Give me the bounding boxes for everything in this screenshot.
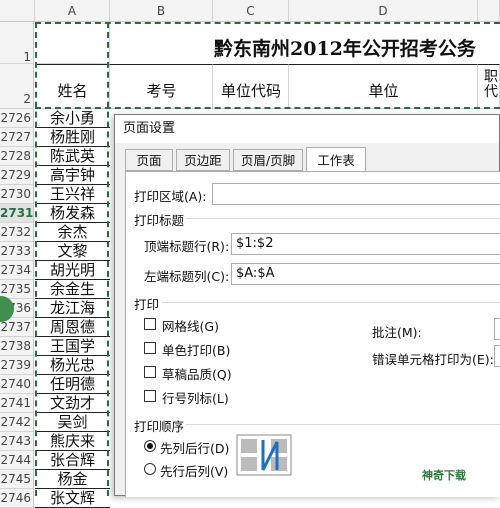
left-columns-input[interactable]: $A:$A: [231, 263, 500, 285]
comments-label: 批注(M):: [372, 325, 422, 340]
print-group-label: 打印: [134, 297, 160, 312]
row-header-2745[interactable]: 2745: [0, 470, 34, 489]
print-divider: [162, 302, 500, 303]
sheet-tab-panel: 打印区域(A): 打印标题 顶端标题行(R): $1:$2 左端标题列(C): …: [125, 171, 500, 497]
row-header-2728[interactable]: 2728: [0, 147, 34, 166]
top-rows-label: 顶端标题行(R):: [144, 239, 230, 254]
mono-label: 单色打印(B): [162, 343, 231, 358]
print-title-rows-marquee: [35, 22, 500, 109]
col-header-a[interactable]: A: [35, 0, 110, 22]
page-order-preview-icon: [236, 434, 292, 476]
page-order-divider: [186, 424, 500, 425]
tab-sheet[interactable]: 工作表: [306, 147, 366, 172]
row-header-2743[interactable]: 2743: [0, 432, 34, 451]
row-header-2738[interactable]: 2738: [0, 337, 34, 356]
row-header-2731[interactable]: 2731: [0, 204, 34, 223]
down-then-over-label: 先列后行(D): [160, 441, 230, 456]
down-then-over-radio[interactable]: [144, 440, 156, 452]
row-header-2729[interactable]: 2729: [0, 166, 34, 185]
row-header-2744[interactable]: 2744: [0, 451, 34, 470]
row-header-2746[interactable]: 2746: [0, 489, 34, 508]
row-header-1[interactable]: 1: [0, 22, 34, 64]
tab-page[interactable]: 页面: [125, 149, 173, 171]
row-header-2732[interactable]: 2732: [0, 223, 34, 242]
col-header-b[interactable]: B: [110, 0, 213, 22]
left-columns-label: 左端标题列(C):: [144, 269, 230, 284]
dialog-title: 页面设置: [115, 115, 499, 143]
row-header-2727[interactable]: 2727: [0, 128, 34, 147]
comments-select[interactable]: [494, 318, 500, 340]
print-titles-group-label: 打印标题: [134, 213, 185, 228]
draft-quality-checkbox[interactable]: [144, 366, 156, 378]
row-header-2739[interactable]: 2739: [0, 356, 34, 375]
select-all-corner[interactable]: [0, 0, 35, 22]
col-header-e[interactable]: [478, 0, 500, 22]
col-header-c[interactable]: C: [213, 0, 289, 22]
row-col-headers-label: 行号列标(L): [162, 391, 229, 406]
row-header-2730[interactable]: 2730: [0, 185, 34, 204]
col-header-d[interactable]: D: [289, 0, 478, 22]
print-titles-divider: [186, 218, 500, 219]
row-header-2740[interactable]: 2740: [0, 375, 34, 394]
page-setup-dialog: 页面设置 页面 页边距 页眉/页脚 工作表 打印区域(A): 打印标题 顶端标题…: [114, 114, 500, 497]
cell-errors-label: 错误单元格打印为(E):: [372, 352, 494, 367]
row-header-2726[interactable]: 2726: [0, 109, 34, 128]
row-col-headers-checkbox[interactable]: [144, 390, 156, 402]
gridlines-label: 网格线(G): [162, 319, 219, 334]
row-header-2742[interactable]: 2742: [0, 413, 34, 432]
cell-errors-select[interactable]: [494, 345, 500, 367]
over-then-down-radio[interactable]: [144, 463, 156, 475]
top-rows-input[interactable]: $1:$2: [231, 233, 500, 255]
watermark-text: 神奇下载: [422, 469, 466, 482]
row-header-2734[interactable]: 2734: [0, 261, 34, 280]
over-then-down-label: 先行后列(V): [160, 464, 229, 479]
mono-checkbox[interactable]: [144, 342, 156, 354]
gridlines-checkbox[interactable]: [144, 318, 156, 330]
tab-margins[interactable]: 页边距: [176, 149, 230, 171]
page-order-group-label: 打印顺序: [134, 419, 185, 434]
draft-quality-label: 草稿品质(Q): [162, 367, 232, 382]
row-header-2[interactable]: 2: [0, 64, 34, 109]
row-header-2741[interactable]: 2741: [0, 394, 34, 413]
tab-header-footer[interactable]: 页眉/页脚: [233, 149, 303, 171]
print-area-label: 打印区域(A):: [134, 189, 207, 204]
print-area-input[interactable]: [212, 183, 500, 205]
row-header-2733[interactable]: 2733: [0, 242, 34, 261]
